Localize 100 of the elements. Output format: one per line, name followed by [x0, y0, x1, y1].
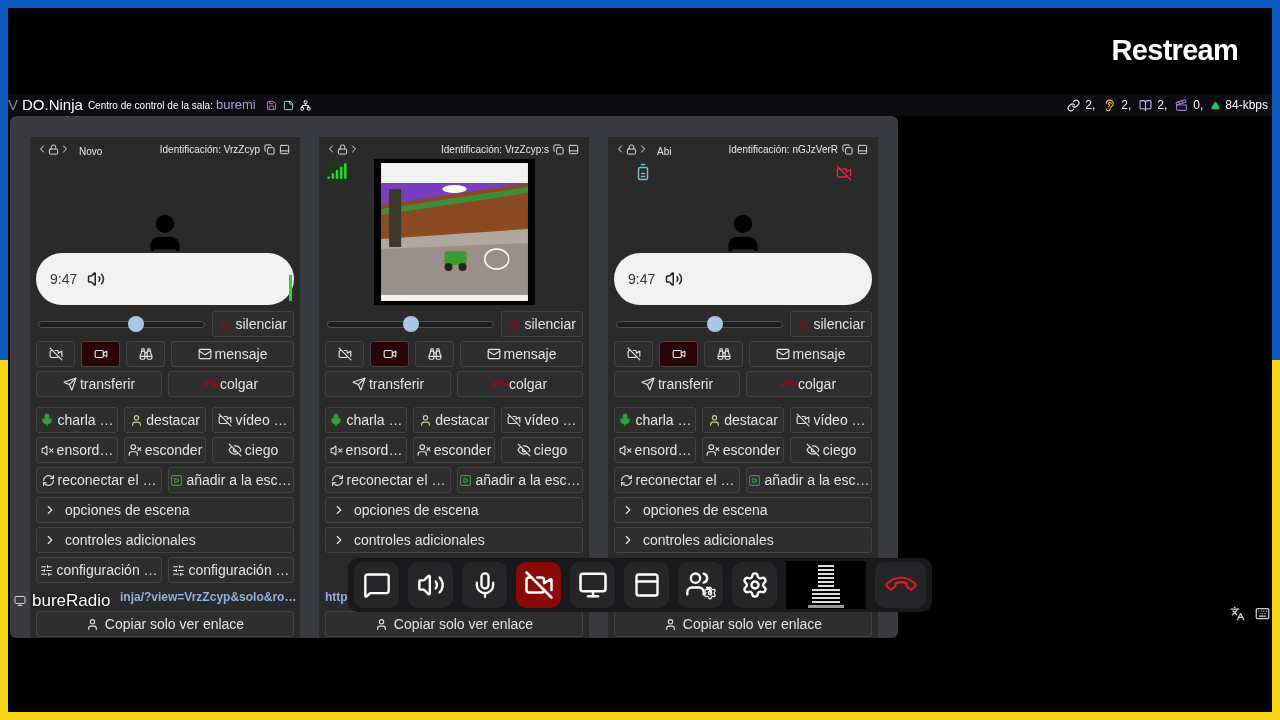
view-link[interactable]: inja/?view=VrzZcyp&solo&ro…	[120, 588, 297, 606]
window-button[interactable]	[624, 562, 670, 608]
toggle-button[interactable]	[370, 341, 409, 367]
toggle-button[interactable]	[81, 341, 120, 367]
section-toggle[interactable]: opciones de escena	[36, 497, 294, 523]
control-button[interactable]: vídeo …	[501, 407, 583, 433]
control-button[interactable]: vídeo …	[790, 407, 872, 433]
note-icon[interactable]	[282, 99, 294, 111]
view-link[interactable]: http	[325, 588, 348, 606]
translate-icon[interactable]	[1230, 606, 1245, 621]
user-icon	[85, 617, 99, 631]
control-button[interactable]: mensaje	[171, 341, 294, 367]
window-icon[interactable]	[568, 143, 579, 155]
volume-slider[interactable]	[327, 316, 495, 332]
section-toggle[interactable]: opciones de escena	[614, 497, 872, 523]
lock-icon[interactable]	[337, 143, 348, 155]
control-button[interactable]: esconder	[413, 437, 495, 463]
screen-share-button[interactable]	[570, 562, 616, 608]
toggle-button[interactable]	[36, 341, 75, 367]
camera-button[interactable]	[516, 562, 562, 608]
toggle-button[interactable]	[614, 341, 653, 367]
toggle-button[interactable]	[704, 341, 743, 367]
copy-icon[interactable]	[842, 143, 853, 155]
section-toggle[interactable]: opciones de escena	[325, 497, 583, 523]
control-button[interactable]: ciego	[790, 437, 872, 463]
control-button[interactable]: ciego	[212, 437, 294, 463]
lock-icon[interactable]	[626, 143, 637, 155]
control-button[interactable]: reconectar el …	[36, 467, 162, 493]
toggle-button[interactable]	[415, 341, 454, 367]
mic-button[interactable]	[462, 562, 508, 608]
control-button[interactable]: reconectar el …	[325, 467, 451, 493]
room-settings-button[interactable]	[678, 562, 724, 608]
copy-link-button[interactable]: Copiar solo ver enlace	[325, 611, 583, 637]
control-button[interactable]: añadir a la esc…	[457, 467, 583, 493]
control-button[interactable]: ensord…	[614, 437, 696, 463]
control-button[interactable]: añadir a la esc…	[746, 467, 872, 493]
network-icon[interactable]	[299, 99, 311, 111]
toggle-button[interactable]	[659, 341, 698, 367]
window-icon[interactable]	[279, 143, 290, 155]
speaker-icon[interactable]	[87, 270, 106, 288]
control-button[interactable]: colgar	[746, 371, 872, 397]
section-toggle[interactable]: controles adicionales	[36, 527, 294, 553]
control-button[interactable]: vídeo …	[212, 407, 294, 433]
control-button[interactable]: ciego	[501, 437, 583, 463]
control-button[interactable]: esconder	[124, 437, 206, 463]
mute-button[interactable]: silenciar	[501, 311, 583, 337]
section-toggle[interactable]: controles adicionales	[325, 527, 583, 553]
control-button[interactable]: ensord…	[36, 437, 118, 463]
copy-link-button[interactable]: Copiar solo ver enlace	[614, 611, 872, 637]
speaker-button[interactable]	[408, 562, 454, 608]
refresh-icon	[330, 473, 344, 487]
volume-slider[interactable]	[38, 316, 206, 332]
chat-icon	[362, 571, 391, 599]
slider-thumb[interactable]	[707, 316, 724, 332]
window-icon[interactable]	[857, 143, 868, 155]
control-button[interactable]: destacar	[413, 407, 495, 433]
save-icon[interactable]	[265, 99, 277, 111]
control-button[interactable]: charla …	[614, 407, 696, 433]
section-toggle[interactable]: controles adicionales	[614, 527, 872, 553]
keyboard-icon[interactable]	[1255, 606, 1270, 621]
slider-thumb[interactable]	[403, 316, 419, 332]
slider-thumb[interactable]	[127, 316, 144, 332]
speaker-icon[interactable]	[665, 270, 684, 288]
refresh-icon	[619, 473, 633, 487]
play-square-icon	[459, 473, 473, 487]
control-button[interactable]: destacar	[124, 407, 206, 433]
control-button[interactable]: destacar	[702, 407, 784, 433]
control-button[interactable]: transferir	[614, 371, 740, 397]
user-icon	[374, 617, 388, 631]
control-button[interactable]: charla …	[325, 407, 407, 433]
mute-button[interactable]: silenciar	[212, 311, 294, 337]
control-button[interactable]: transferir	[325, 371, 451, 397]
lock-icon[interactable]	[48, 143, 59, 155]
control-button[interactable]: esconder	[702, 437, 784, 463]
copy-icon[interactable]	[264, 143, 275, 155]
hangup-button[interactable]	[875, 562, 926, 608]
control-button[interactable]: mensaje	[749, 341, 872, 367]
copy-link-button[interactable]: Copiar solo ver enlace	[36, 611, 294, 637]
control-button[interactable]: charla …	[36, 407, 118, 433]
book-icon	[1139, 98, 1153, 112]
user-crossed-icon	[416, 443, 431, 457]
toggle-button[interactable]	[126, 341, 165, 367]
control-button[interactable]: colgar	[168, 371, 294, 397]
control-button[interactable]: añadir a la esc…	[168, 467, 294, 493]
control-button[interactable]: reconectar el …	[614, 467, 740, 493]
control-button[interactable]: colgar	[457, 371, 583, 397]
control-button[interactable]: transferir	[36, 371, 162, 397]
copy-icon[interactable]	[553, 143, 564, 155]
settings-button[interactable]: configuración …	[36, 557, 162, 583]
mute-button[interactable]: silenciar	[790, 311, 872, 337]
volume-slider[interactable]	[616, 316, 784, 332]
control-button[interactable]: mensaje	[460, 341, 583, 367]
settings-button[interactable]	[732, 562, 778, 608]
mute-icon	[618, 443, 632, 457]
toggle-button[interactable]	[325, 341, 364, 367]
stat-value: 2,	[1157, 97, 1168, 114]
settings-button[interactable]: configuración …	[168, 557, 294, 583]
chat-button[interactable]	[354, 562, 399, 608]
control-button[interactable]: ensord…	[325, 437, 407, 463]
mail-icon	[197, 347, 212, 361]
